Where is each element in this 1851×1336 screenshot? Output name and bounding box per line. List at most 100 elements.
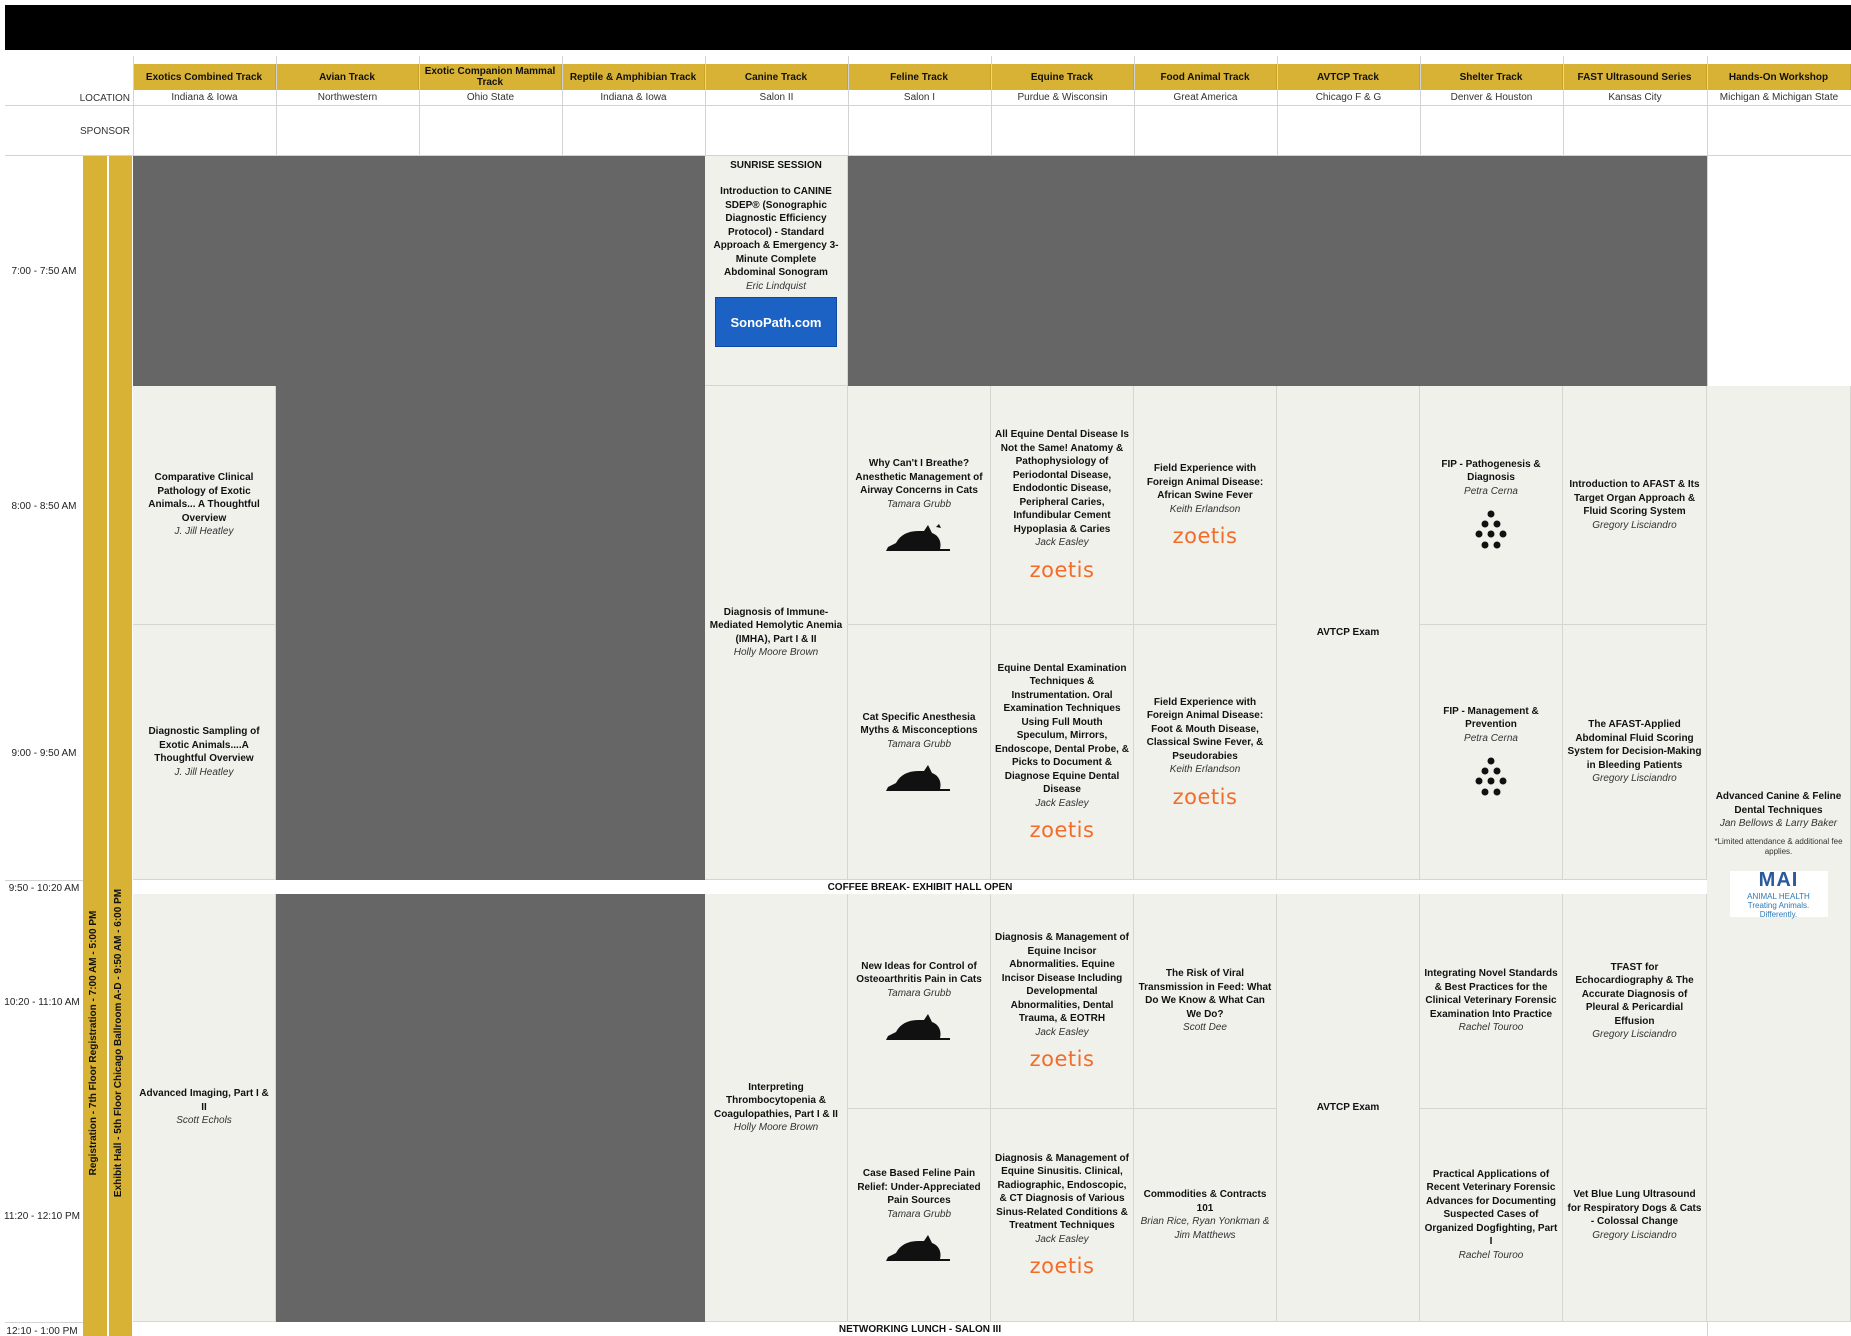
session-speaker: Holly Moore Brown	[733, 1122, 819, 1133]
session-title: Equine Dental Examination Techniques & I…	[995, 662, 1129, 796]
unavailable-block	[276, 894, 705, 1322]
session-speaker: Scott Echols	[176, 1115, 232, 1127]
session-canine-1[interactable]: Diagnosis of Immune-Mediated Hemolytic A…	[705, 386, 848, 880]
session-food-1[interactable]: Field Experience with Foreign Animal Dis…	[1134, 386, 1277, 625]
session-exotics-1[interactable]: Comparative Clinical Pathology of Exotic…	[133, 386, 276, 625]
track-header: Exotic Companion Mammal Track	[419, 64, 562, 90]
session-title: Field Experience with Foreign Animal Dis…	[1146, 696, 1264, 762]
shelter-sponsor-logo	[1475, 510, 1507, 549]
session-fast-2[interactable]: The AFAST-Applied Abdominal Fluid Scorin…	[1563, 625, 1707, 880]
track-header: Feline Track	[848, 64, 991, 90]
session-title: Field Experience with Foreign Animal Dis…	[1146, 463, 1264, 501]
session-speaker: Eric Lindquist	[745, 280, 807, 292]
top-banner	[5, 5, 1851, 50]
session-speaker: Gregory Lisciandro	[1592, 773, 1677, 785]
session-fast-3[interactable]: TFAST for Echocardiography & The Accurat…	[1563, 894, 1707, 1109]
session-title: The AFAST-Applied Abdominal Fluid Scorin…	[1567, 719, 1702, 771]
session-title: Diagnosis & Management of Equine Incisor…	[995, 932, 1129, 1024]
session-equine-3[interactable]: Diagnosis & Management of Equine Incisor…	[991, 894, 1134, 1109]
session-speaker: Jack Easley	[1035, 537, 1089, 549]
session-title: Case Based Feline Pain Relief: Under-App…	[857, 1168, 981, 1206]
session-title: FIP - Management & Prevention	[1443, 705, 1539, 731]
session-exotics-2[interactable]: Diagnostic Sampling of Exotic Animals...…	[133, 625, 276, 880]
session-title: Advanced Imaging, Part I & II	[139, 1088, 269, 1113]
session-speaker: Keith Erlandson	[1169, 764, 1241, 775]
session-feline-3[interactable]: New Ideas for Control of Osteoarthritis …	[848, 894, 991, 1109]
session-speaker: Tamara Grubb	[886, 498, 952, 510]
feline-practitioners-logo	[886, 1014, 950, 1041]
session-avtcp-2[interactable]: AVTCP Exam	[1277, 894, 1420, 1322]
row-divider	[5, 880, 85, 881]
session-equine-2[interactable]: Equine Dental Examination Techniques & I…	[991, 625, 1134, 880]
sunrise-session-label: SUNRISE SESSION	[730, 160, 822, 171]
session-fast-4[interactable]: Vet Blue Lung Ultrasound for Respiratory…	[1563, 1109, 1707, 1322]
lunch-break-row: NETWORKING LUNCH - SALON III	[133, 1322, 1707, 1336]
unavailable-block	[276, 386, 705, 880]
session-title: New Ideas for Control of Osteoarthritis …	[856, 960, 982, 986]
session-title: Practical Applications of Recent Veterin…	[1424, 1168, 1558, 1248]
session-shelter-3[interactable]: Integrating Novel Standards & Best Pract…	[1420, 894, 1563, 1109]
session-title: Diagnosis & Management of Equine Sinusit…	[995, 1152, 1129, 1232]
session-speaker: Holly Moore Brown	[733, 647, 819, 658]
feline-practitioners-logo	[886, 765, 950, 792]
session-avtcp-1[interactable]: AVTCP Exam	[1277, 386, 1420, 880]
time-label: 7:00 - 7:50 AM	[11, 266, 77, 277]
session-title: Integrating Novel Standards & Best Pract…	[1424, 968, 1558, 1020]
session-canine-sunrise[interactable]: SUNRISE SESSION Introduction to CANINE S…	[705, 156, 848, 386]
track-location: Salon II	[759, 92, 794, 103]
session-feline-1[interactable]: Why Can't I Breathe? Anesthetic Manageme…	[848, 386, 991, 625]
track-header: Canine Track	[705, 64, 848, 90]
session-title: FIP - Pathogenesis & Diagnosis	[1441, 458, 1541, 484]
session-canine-2[interactable]: Interpreting Thrombocytopenia & Coagulop…	[705, 894, 848, 1322]
sonopath-logo: SonoPath.com	[715, 297, 837, 347]
session-exotics-3[interactable]: Advanced Imaging, Part I & II Scott Echo…	[133, 894, 276, 1322]
track-location: Northwestern	[317, 92, 378, 103]
session-feline-2[interactable]: Cat Specific Anesthesia Myths & Misconce…	[848, 625, 991, 880]
session-title: Advanced Canine & Feline Dental Techniqu…	[1715, 791, 1842, 816]
session-feline-4[interactable]: Case Based Feline Pain Relief: Under-App…	[848, 1109, 991, 1322]
session-speaker: Brian Rice, Ryan Yonkman & Jim Matthews	[1140, 1216, 1270, 1241]
time-label: 10:20 - 11:10 AM	[4, 997, 80, 1008]
track-header: Avian Track	[276, 64, 419, 90]
track-header: Shelter Track	[1420, 64, 1563, 90]
feline-practitioners-logo	[886, 524, 950, 551]
track-location: Indiana & Iowa	[600, 92, 667, 103]
session-shelter-1[interactable]: FIP - Pathogenesis & Diagnosis Petra Cer…	[1420, 386, 1563, 625]
zoetis-logo: zoetis	[1029, 818, 1095, 843]
session-food-4[interactable]: Commodities & Contracts 101 Brian Rice, …	[1134, 1109, 1277, 1322]
session-title: Diagnostic Sampling of Exotic Animals...…	[148, 726, 260, 764]
track-location: Chicago F & G	[1315, 92, 1382, 103]
session-equine-4[interactable]: Diagnosis & Management of Equine Sinusit…	[991, 1109, 1134, 1322]
unavailable-block	[133, 156, 705, 386]
session-title: Why Can't I Breathe? Anesthetic Manageme…	[855, 458, 983, 496]
session-speaker: Keith Erlandson	[1169, 503, 1241, 515]
track-location: Purdue & Wisconsin	[1017, 92, 1108, 103]
session-speaker: Jack Easley	[1035, 797, 1089, 809]
row-divider	[5, 1322, 85, 1323]
session-shelter-2[interactable]: FIP - Management & Prevention Petra Cern…	[1420, 625, 1563, 880]
session-speaker: Rachel Touroo	[1458, 1022, 1524, 1034]
track-header: FAST Ultrasound Series	[1563, 64, 1707, 90]
session-shelter-4[interactable]: Practical Applications of Recent Veterin…	[1420, 1109, 1563, 1322]
session-food-3[interactable]: The Risk of Viral Transmission in Feed: …	[1134, 894, 1277, 1109]
session-speaker: Tamara Grubb	[886, 987, 952, 999]
feline-practitioners-logo	[886, 1235, 950, 1261]
zoetis-logo: zoetis	[1172, 784, 1238, 809]
session-speaker: J. Jill Heatley	[174, 766, 234, 778]
time-label: 11:20 - 12:10 PM	[4, 1211, 80, 1222]
session-title: All Equine Dental Disease Is Not the Sam…	[995, 429, 1129, 535]
track-header: Hands-On Workshop	[1707, 64, 1851, 90]
session-speaker: Petra Cerna	[1464, 485, 1518, 497]
session-fast-1[interactable]: Introduction to AFAST & Its Target Organ…	[1563, 386, 1707, 625]
session-workshop-1[interactable]: Advanced Canine & Feline Dental Techniqu…	[1707, 386, 1851, 1322]
session-food-2[interactable]: Field Experience with Foreign Animal Dis…	[1134, 625, 1277, 880]
session-title: Interpreting Thrombocytopenia & Coagulop…	[714, 1081, 838, 1120]
exhibit-hall-band-label: Exhibit Hall - 5th Floor Chicago Ballroo…	[113, 888, 124, 1198]
track-header: Exotics Combined Track	[133, 64, 276, 90]
session-equine-1[interactable]: All Equine Dental Disease Is Not the Sam…	[991, 386, 1134, 625]
session-speaker: Gregory Lisciandro	[1592, 1229, 1677, 1241]
session-title: AVTCP Exam	[1316, 626, 1380, 638]
session-speaker: Petra Cerna	[1464, 732, 1518, 744]
registration-band-label: Registration - 7th Floor Registration - …	[88, 910, 99, 1176]
session-title: Diagnosis of Immune-Mediated Hemolytic A…	[709, 606, 843, 645]
